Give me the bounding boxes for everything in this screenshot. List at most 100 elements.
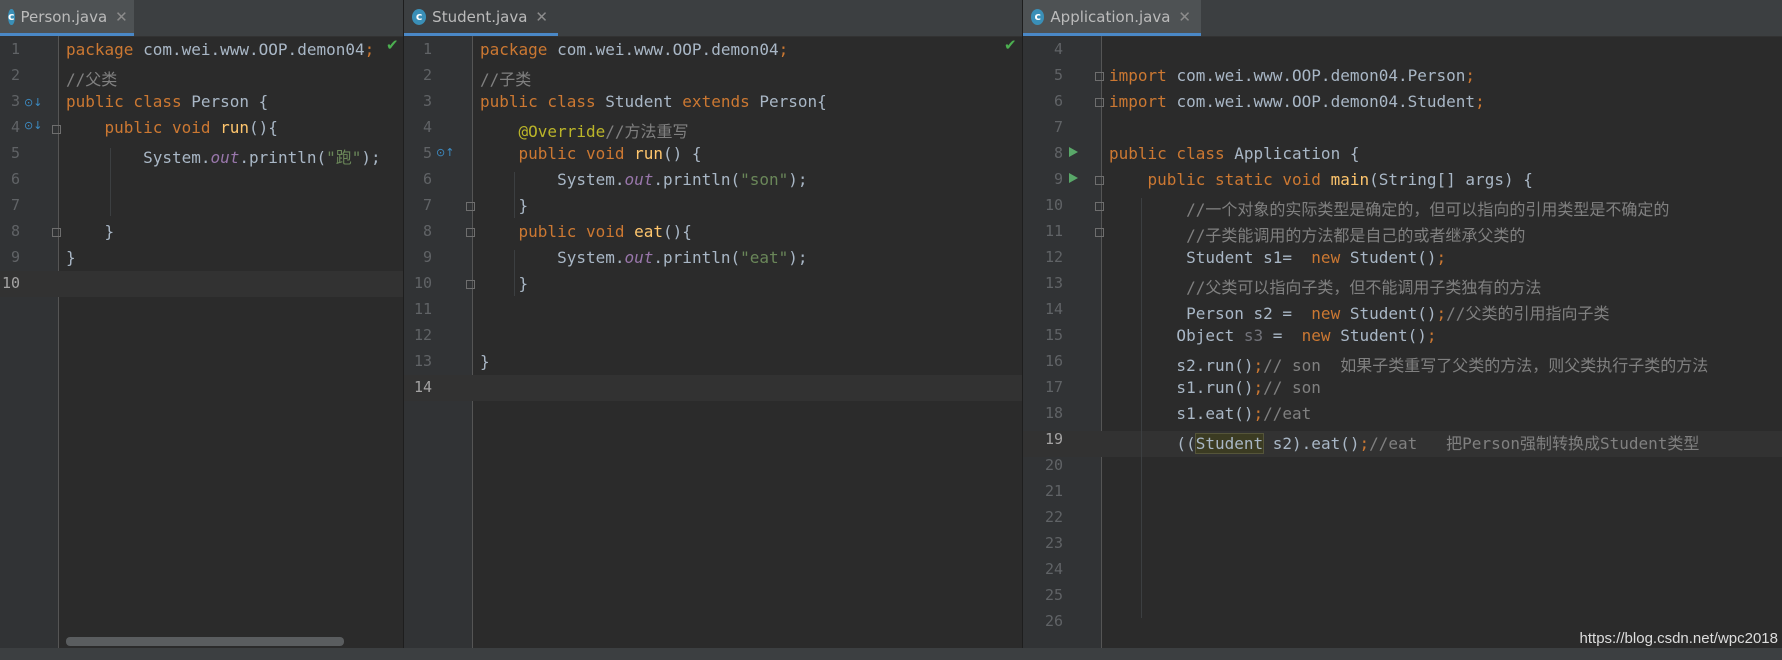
code-line[interactable]: package com.wei.www.OOP.demon04;	[66, 40, 374, 59]
code-token: s2).eat()	[1263, 434, 1360, 453]
overriding-method-icon[interactable]: ⊙↑	[436, 146, 454, 159]
code-line[interactable]: System.out.println("跑");	[66, 144, 381, 168]
fold-icon[interactable]	[1095, 202, 1104, 211]
class-icon: c	[8, 8, 15, 25]
code-line[interactable]: //父类可以指向子类，但不能调用子类独有的方法	[1109, 274, 1541, 298]
code-line[interactable]: public class Student extends Person{	[480, 92, 827, 111]
code-line[interactable]: System.out.println("son");	[480, 170, 807, 189]
code-token: //eat 把Person强制转换成Student类型	[1369, 434, 1700, 453]
code-line[interactable]: @Override//方法重写	[480, 118, 689, 142]
code-line[interactable]: Object s3 = new Student();	[1109, 326, 1437, 345]
code-line[interactable]: }	[480, 196, 529, 215]
overridden-method-icon[interactable]: ⊙↓	[24, 96, 42, 109]
code-token: //父类	[66, 70, 118, 89]
code-line[interactable]: //子类能调用的方法都是自己的或者继承父类的	[1109, 222, 1525, 246]
code-line[interactable]: }	[66, 222, 115, 241]
line-number: 1	[10, 40, 20, 58]
close-icon[interactable]: ✕	[115, 8, 128, 26]
tab-person-java[interactable]: c Person.java ✕	[0, 0, 134, 36]
code-token: ;	[1426, 326, 1437, 345]
code-token: );	[361, 148, 381, 167]
line-number: 14	[413, 378, 432, 396]
code-token: Object	[1109, 326, 1244, 345]
editor-pane-student[interactable]: c Student.java ✕ 1 2 3 4 5 6 7 8 9 10 11 12 13 14 pac…	[404, 0, 1022, 648]
code-token: package	[66, 40, 144, 59]
tab-application-java[interactable]: c Application.java ✕	[1023, 0, 1201, 36]
fold-icon[interactable]	[1095, 176, 1104, 185]
code-line[interactable]: System.out.println("eat");	[480, 248, 808, 267]
code-token: );	[788, 248, 808, 267]
editor-pane-person[interactable]: c Person.java ✕ 1 2 3 4 5 6 7 8 9 10 package com.…	[0, 0, 403, 648]
fold-icon[interactable]	[1095, 72, 1104, 81]
code-line[interactable]: public class Application {	[1109, 144, 1359, 163]
code-line[interactable]: //父类	[66, 66, 117, 90]
code-token: out	[624, 170, 654, 189]
code-token: new	[1301, 326, 1341, 345]
code-token: //父类的引用指向子类	[1446, 304, 1610, 323]
code-token: extends	[682, 92, 760, 111]
code-line[interactable]: package com.wei.www.OOP.demon04;	[480, 40, 788, 59]
code-line[interactable]: ((Student s2).eat();//eat 把Person强制转换成St…	[1109, 430, 1699, 454]
code-line[interactable]: }	[66, 248, 76, 267]
code-token: s1.run()	[1109, 378, 1254, 397]
code-line[interactable]: public static void main(String[] args) {	[1109, 170, 1533, 189]
code-line[interactable]: public class Person {	[66, 92, 268, 111]
fold-icon[interactable]	[52, 228, 61, 237]
line-number: 17	[1044, 378, 1063, 396]
line-number: 8	[422, 222, 432, 240]
code-line[interactable]: s1.eat();//eat	[1109, 404, 1311, 423]
code-token: "跑"	[326, 148, 362, 167]
close-icon[interactable]: ✕	[535, 8, 548, 26]
code-line[interactable]: public void eat(){	[480, 222, 692, 241]
code-token: (){	[249, 118, 278, 137]
code-token: s2.run()	[1109, 356, 1254, 375]
code-token: .println(	[653, 248, 741, 267]
editor-pane-application[interactable]: c Application.java ✕ 4 5 6 7 8 9 10 11 12 13 14 15 1…	[1023, 0, 1782, 648]
code-token: ;	[1475, 92, 1485, 111]
run-icon[interactable]	[1069, 147, 1078, 157]
fold-icon[interactable]	[466, 280, 475, 289]
code-token: =	[1263, 326, 1302, 345]
code-line[interactable]: public void run() {	[480, 144, 702, 163]
code-token: ;	[1253, 404, 1264, 423]
code-token: @Override	[518, 122, 606, 141]
code-token: s3	[1243, 326, 1264, 345]
line-number: 16	[1044, 352, 1063, 370]
line-number: 26	[1044, 612, 1063, 630]
code-line[interactable]: }	[480, 352, 490, 371]
code-line[interactable]: Person s2 = new Student();//父类的引用指向子类	[1109, 300, 1609, 324]
fold-icon[interactable]	[466, 228, 475, 237]
code-line[interactable]: Student s1= new Student();	[1109, 248, 1446, 267]
code-token: public class	[1109, 144, 1235, 163]
code-token: }	[480, 196, 529, 215]
code-line[interactable]: import com.wei.www.OOP.demon04.Person;	[1109, 66, 1475, 85]
run-icon[interactable]	[1069, 173, 1078, 183]
line-number: 6	[1053, 92, 1063, 110]
code-token: run	[220, 118, 250, 137]
code-line[interactable]: public void run(){	[66, 118, 278, 137]
fold-icon[interactable]	[1095, 228, 1104, 237]
code-line[interactable]: }	[480, 274, 529, 293]
code-line[interactable]: import com.wei.www.OOP.demon04.Student;	[1109, 92, 1485, 111]
code-line[interactable]: s2.run();// son 如果子类重写了父类的方法，则父类执行子类的方法	[1109, 352, 1708, 376]
code-line[interactable]: //子类	[480, 66, 531, 90]
line-number: 25	[1044, 586, 1063, 604]
horizontal-scrollbar[interactable]	[66, 637, 344, 646]
fold-icon[interactable]	[1095, 98, 1104, 107]
line-number: 4	[10, 118, 20, 136]
line-number: 13	[413, 352, 432, 370]
overridden-method-icon[interactable]: ⊙↓	[24, 119, 42, 132]
tab-bar: c Application.java ✕	[1023, 0, 1782, 37]
close-icon[interactable]: ✕	[1178, 8, 1191, 26]
line-number: 15	[1044, 326, 1063, 344]
code-token: run	[634, 144, 664, 163]
fold-icon[interactable]	[466, 202, 475, 211]
line-number: 18	[1044, 404, 1063, 422]
fold-icon[interactable]	[52, 125, 61, 134]
tab-student-java[interactable]: c Student.java ✕	[404, 0, 558, 36]
code-token: Student()	[1349, 304, 1437, 323]
line-number: 5	[422, 144, 432, 162]
code-line[interactable]: //一个对象的实际类型是确定的，但可以指向的引用类型是不确定的	[1109, 196, 1669, 220]
line-number: 11	[413, 300, 432, 318]
